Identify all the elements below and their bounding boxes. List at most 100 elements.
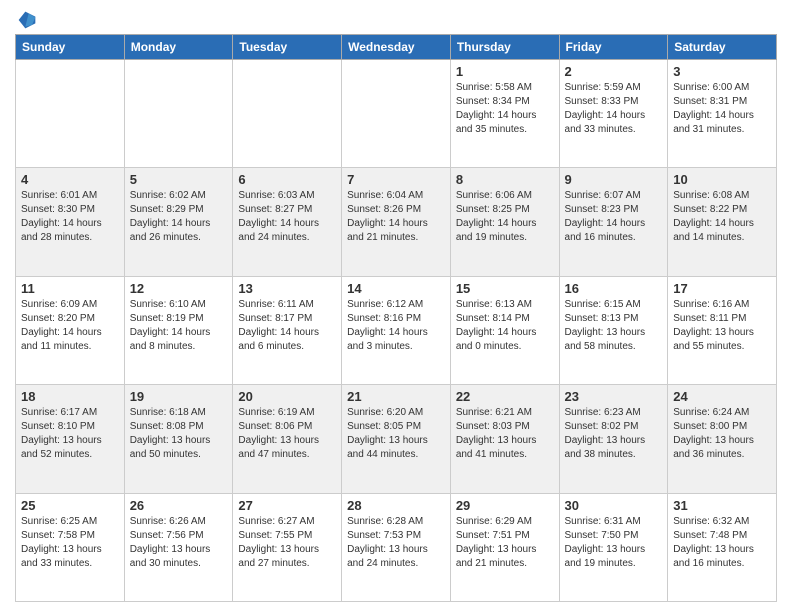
day-info: Sunrise: 6:15 AM Sunset: 8:13 PM Dayligh… [565, 298, 663, 354]
logo[interactable] [15, 10, 37, 26]
calendar-cell: 7 Sunrise: 6:04 AM Sunset: 8:26 PM Daylig… [342, 168, 451, 276]
day-number: 26 [130, 498, 228, 513]
day-info: Sunrise: 6:32 AM Sunset: 7:48 PM Dayligh… [673, 515, 771, 571]
week-row-3: 11 Sunrise: 6:09 AM Sunset: 8:20 PM Dayli… [16, 276, 777, 384]
calendar-cell: 4 Sunrise: 6:01 AM Sunset: 8:30 PM Daylig… [16, 168, 125, 276]
calendar-cell: 5 Sunrise: 6:02 AM Sunset: 8:29 PM Daylig… [124, 168, 233, 276]
day-number: 15 [456, 281, 554, 296]
calendar-cell: 28 Sunrise: 6:28 AM Sunset: 7:53 PM Dayli… [342, 493, 451, 601]
calendar-cell: 10 Sunrise: 6:08 AM Sunset: 8:22 PM Dayli… [668, 168, 777, 276]
calendar-cell [124, 60, 233, 168]
day-info: Sunrise: 6:20 AM Sunset: 8:05 PM Dayligh… [347, 406, 445, 462]
day-number: 22 [456, 389, 554, 404]
day-info: Sunrise: 6:13 AM Sunset: 8:14 PM Dayligh… [456, 298, 554, 354]
calendar-header-row: SundayMondayTuesdayWednesdayThursdayFrid… [16, 35, 777, 60]
day-number: 13 [238, 281, 336, 296]
day-number: 1 [456, 64, 554, 79]
calendar-cell: 29Sunrise: 6:29 AM Sunset: 7:51 PM Dayli… [450, 493, 559, 601]
calendar-header-friday: Friday [559, 35, 668, 60]
day-info: Sunrise: 6:27 AM Sunset: 7:55 PM Dayligh… [238, 515, 336, 571]
day-number: 10 [673, 172, 771, 187]
calendar: SundayMondayTuesdayWednesdayThursdayFrid… [15, 34, 777, 602]
day-info: Sunrise: 6:01 AM Sunset: 8:30 PM Dayligh… [21, 189, 119, 245]
day-info: Sunrise: 6:25 AM Sunset: 7:58 PM Dayligh… [21, 515, 119, 571]
day-info: Sunrise: 6:19 AM Sunset: 8:06 PM Dayligh… [238, 406, 336, 462]
calendar-cell: 24Sunrise: 6:24 AM Sunset: 8:00 PM Dayli… [668, 385, 777, 493]
calendar-cell: 19 Sunrise: 6:18 AM Sunset: 8:08 PM Dayli… [124, 385, 233, 493]
day-info: Sunrise: 6:06 AM Sunset: 8:25 PM Dayligh… [456, 189, 554, 245]
calendar-cell: 22Sunrise: 6:21 AM Sunset: 8:03 PM Dayli… [450, 385, 559, 493]
day-info: Sunrise: 6:26 AM Sunset: 7:56 PM Dayligh… [130, 515, 228, 571]
calendar-cell: 13 Sunrise: 6:11 AM Sunset: 8:17 PM Dayli… [233, 276, 342, 384]
day-number: 27 [238, 498, 336, 513]
day-info: Sunrise: 6:08 AM Sunset: 8:22 PM Dayligh… [673, 189, 771, 245]
calendar-header-thursday: Thursday [450, 35, 559, 60]
day-info: Sunrise: 6:03 AM Sunset: 8:27 PM Dayligh… [238, 189, 336, 245]
day-number: 11 [21, 281, 119, 296]
day-number: 20 [238, 389, 336, 404]
calendar-cell: 18Sunrise: 6:17 AM Sunset: 8:10 PM Dayli… [16, 385, 125, 493]
calendar-cell: 11 Sunrise: 6:09 AM Sunset: 8:20 PM Dayli… [16, 276, 125, 384]
week-row-2: 4 Sunrise: 6:01 AM Sunset: 8:30 PM Daylig… [16, 168, 777, 276]
calendar-cell: 17 Sunrise: 6:16 AM Sunset: 8:11 PM Dayli… [668, 276, 777, 384]
day-number: 19 [130, 389, 228, 404]
day-number: 7 [347, 172, 445, 187]
calendar-header-saturday: Saturday [668, 35, 777, 60]
day-info: Sunrise: 6:00 AM Sunset: 8:31 PM Dayligh… [673, 81, 771, 137]
week-row-1: 1Sunrise: 5:58 AM Sunset: 8:34 PM Daylig… [16, 60, 777, 168]
day-info: Sunrise: 6:31 AM Sunset: 7:50 PM Dayligh… [565, 515, 663, 571]
day-info: Sunrise: 6:29 AM Sunset: 7:51 PM Dayligh… [456, 515, 554, 571]
day-number: 9 [565, 172, 663, 187]
day-number: 5 [130, 172, 228, 187]
header [15, 10, 777, 26]
calendar-cell: 3 Sunrise: 6:00 AM Sunset: 8:31 PM Daylig… [668, 60, 777, 168]
day-number: 25 [21, 498, 119, 513]
calendar-cell: 31 Sunrise: 6:32 AM Sunset: 7:48 PM Dayli… [668, 493, 777, 601]
calendar-cell: 27 Sunrise: 6:27 AM Sunset: 7:55 PM Dayli… [233, 493, 342, 601]
calendar-cell: 8 Sunrise: 6:06 AM Sunset: 8:25 PM Daylig… [450, 168, 559, 276]
calendar-cell: 25 Sunrise: 6:25 AM Sunset: 7:58 PM Dayli… [16, 493, 125, 601]
day-info: Sunrise: 6:11 AM Sunset: 8:17 PM Dayligh… [238, 298, 336, 354]
day-number: 2 [565, 64, 663, 79]
calendar-cell [16, 60, 125, 168]
day-info: Sunrise: 6:24 AM Sunset: 8:00 PM Dayligh… [673, 406, 771, 462]
day-info: Sunrise: 6:04 AM Sunset: 8:26 PM Dayligh… [347, 189, 445, 245]
day-info: Sunrise: 6:17 AM Sunset: 8:10 PM Dayligh… [21, 406, 119, 462]
day-info: Sunrise: 6:28 AM Sunset: 7:53 PM Dayligh… [347, 515, 445, 571]
day-info: Sunrise: 6:23 AM Sunset: 8:02 PM Dayligh… [565, 406, 663, 462]
day-number: 30 [565, 498, 663, 513]
day-number: 12 [130, 281, 228, 296]
day-info: Sunrise: 6:18 AM Sunset: 8:08 PM Dayligh… [130, 406, 228, 462]
day-info: Sunrise: 6:12 AM Sunset: 8:16 PM Dayligh… [347, 298, 445, 354]
week-row-4: 18Sunrise: 6:17 AM Sunset: 8:10 PM Dayli… [16, 385, 777, 493]
calendar-cell: 26 Sunrise: 6:26 AM Sunset: 7:56 PM Dayli… [124, 493, 233, 601]
day-info: Sunrise: 5:59 AM Sunset: 8:33 PM Dayligh… [565, 81, 663, 137]
calendar-cell: 14Sunrise: 6:12 AM Sunset: 8:16 PM Dayli… [342, 276, 451, 384]
calendar-header-sunday: Sunday [16, 35, 125, 60]
day-number: 31 [673, 498, 771, 513]
calendar-cell: 2 Sunrise: 5:59 AM Sunset: 8:33 PM Daylig… [559, 60, 668, 168]
day-number: 17 [673, 281, 771, 296]
logo-icon [17, 10, 37, 30]
day-number: 23 [565, 389, 663, 404]
calendar-cell: 12 Sunrise: 6:10 AM Sunset: 8:19 PM Dayli… [124, 276, 233, 384]
day-info: Sunrise: 6:10 AM Sunset: 8:19 PM Dayligh… [130, 298, 228, 354]
calendar-cell: 16Sunrise: 6:15 AM Sunset: 8:13 PM Dayli… [559, 276, 668, 384]
day-number: 28 [347, 498, 445, 513]
day-number: 8 [456, 172, 554, 187]
calendar-cell: 30 Sunrise: 6:31 AM Sunset: 7:50 PM Dayli… [559, 493, 668, 601]
page: SundayMondayTuesdayWednesdayThursdayFrid… [0, 0, 792, 612]
calendar-cell: 20 Sunrise: 6:19 AM Sunset: 8:06 PM Dayli… [233, 385, 342, 493]
calendar-cell [342, 60, 451, 168]
day-number: 6 [238, 172, 336, 187]
day-info: Sunrise: 6:16 AM Sunset: 8:11 PM Dayligh… [673, 298, 771, 354]
day-info: Sunrise: 6:07 AM Sunset: 8:23 PM Dayligh… [565, 189, 663, 245]
day-number: 4 [21, 172, 119, 187]
calendar-cell: 9 Sunrise: 6:07 AM Sunset: 8:23 PM Daylig… [559, 168, 668, 276]
day-number: 3 [673, 64, 771, 79]
day-info: Sunrise: 6:09 AM Sunset: 8:20 PM Dayligh… [21, 298, 119, 354]
calendar-header-monday: Monday [124, 35, 233, 60]
day-info: Sunrise: 6:02 AM Sunset: 8:29 PM Dayligh… [130, 189, 228, 245]
calendar-cell: 15 Sunrise: 6:13 AM Sunset: 8:14 PM Dayli… [450, 276, 559, 384]
day-number: 21 [347, 389, 445, 404]
